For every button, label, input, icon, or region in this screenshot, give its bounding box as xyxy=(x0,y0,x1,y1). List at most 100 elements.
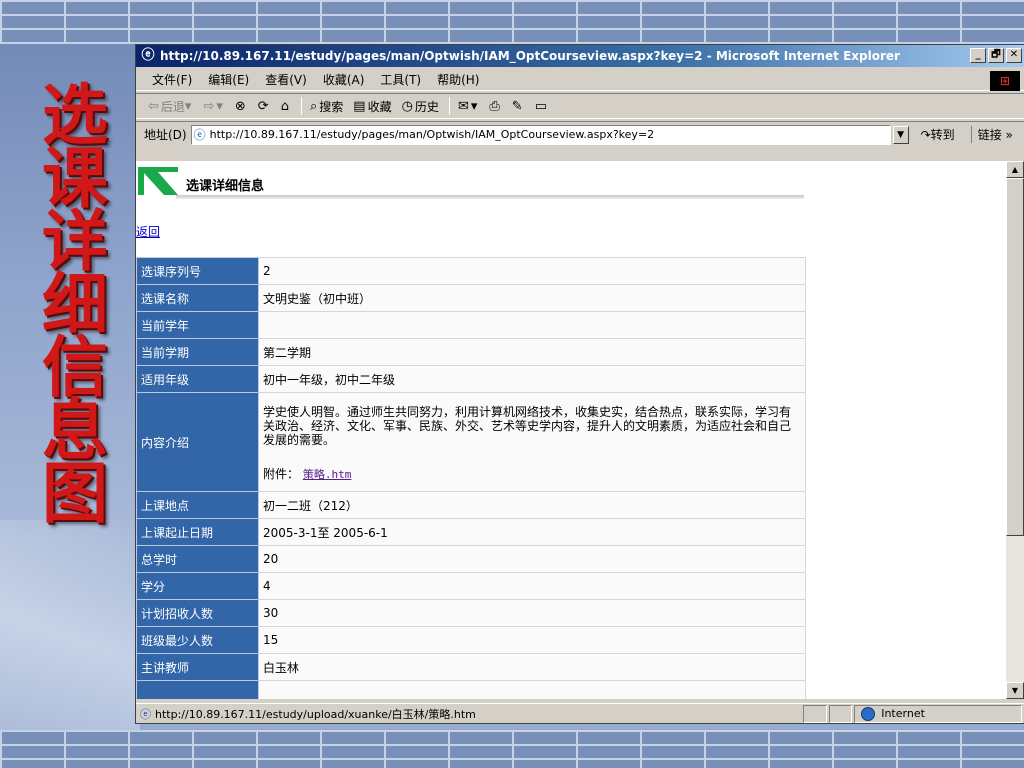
favorites-icon: ▤ xyxy=(353,98,366,114)
menu-file[interactable]: 文件(F) xyxy=(152,71,192,88)
mail-button[interactable]: ✉ ▾ xyxy=(458,99,479,114)
address-value: http://10.89.167.11/estudy/pages/man/Opt… xyxy=(209,128,655,141)
row-value: 白玉林 xyxy=(258,653,806,681)
table-row: 当前学年 xyxy=(136,311,806,339)
row-value: 30 xyxy=(258,599,806,627)
attachment-label: 附件： xyxy=(263,466,300,481)
table-row: 班级最少人数 15 xyxy=(136,626,806,654)
row-label: 选课名称 xyxy=(136,284,259,312)
back-button[interactable]: ⇦ 后退 ▾ xyxy=(148,98,193,115)
row-value: 2 xyxy=(258,257,806,285)
row-value xyxy=(258,680,806,699)
globe-icon xyxy=(861,706,876,721)
menu-edit[interactable]: 编辑(E) xyxy=(208,71,249,88)
row-value: 15 xyxy=(258,626,806,654)
table-row: 上课地点 初一二班（212） xyxy=(136,491,806,519)
row-label: 内容介绍 xyxy=(136,392,259,492)
search-icon: ⌕ xyxy=(309,98,318,114)
row-value: 文明史鉴（初中班） xyxy=(258,284,806,312)
menu-favorites[interactable]: 收藏(A) xyxy=(323,71,365,88)
print-button[interactable]: ⎙ xyxy=(489,99,501,114)
row-value: 4 xyxy=(258,572,806,600)
stop-button[interactable]: ⊗ xyxy=(235,99,248,114)
discuss-icon: ▭ xyxy=(534,98,547,114)
page-icon: ⓔ xyxy=(140,707,151,721)
row-value: 2005-3-1至 2005-6-1 xyxy=(258,518,806,546)
brick-band-top xyxy=(0,0,1024,44)
refresh-button[interactable]: ⟳ xyxy=(258,99,271,114)
ie-window: ⓔ http://10.89.167.11/estudy/pages/man/O… xyxy=(135,44,1024,724)
table-row: 学分 4 xyxy=(136,572,806,600)
status-text: http://10.89.167.11/estudy/upload/xuanke… xyxy=(155,707,476,721)
row-label: 当前学期 xyxy=(136,338,259,366)
status-zone: Internet xyxy=(854,704,1022,723)
scroll-thumb[interactable] xyxy=(1006,178,1024,536)
home-button[interactable]: ⌂ xyxy=(281,99,291,114)
favorites-button[interactable]: ▤ 收藏 xyxy=(353,98,391,115)
history-label: 历史 xyxy=(414,99,439,114)
row-value: 初一二班（212） xyxy=(258,491,806,519)
window-titlebar[interactable]: ⓔ http://10.89.167.11/estudy/pages/man/O… xyxy=(136,45,1024,67)
title-char: 息 xyxy=(42,391,108,469)
row-label: 班级最少人数 xyxy=(136,626,259,654)
discuss-button[interactable]: ▭ xyxy=(535,99,549,114)
windows-logo-icon: ⊞ xyxy=(990,71,1020,91)
links-button[interactable]: 链接 » xyxy=(970,126,1013,143)
go-arrow-icon: ↷ xyxy=(920,128,931,142)
table-row: 适用年级 初中一年级，初中二年级 xyxy=(136,365,806,393)
standard-toolbar: ⇦ 后退 ▾ ⇨ ▾ ⊗ ⟳ ⌂ ⌕ 搜索 ▤ 收藏 ◷ 历史 ✉ ▾ ⎙ ✎ ▭ xyxy=(136,93,1024,119)
table-row: 上课起止日期 2005-3-1至 2005-6-1 xyxy=(136,518,806,546)
row-label: 主讲教师 xyxy=(136,653,259,681)
status-progress-cell xyxy=(802,704,827,723)
close-button[interactable]: ✕ xyxy=(1006,48,1022,63)
table-row-intro: 内容介绍 学史使人明智。通过师生共同努力，利用计算机网络技术，收集史实，结合热点… xyxy=(136,392,806,492)
home-icon: ⌂ xyxy=(280,98,289,114)
row-value: 20 xyxy=(258,545,806,573)
print-icon: ⎙ xyxy=(489,98,500,114)
favorites-label: 收藏 xyxy=(367,99,392,114)
edit-button[interactable]: ✎ xyxy=(512,99,525,114)
page-title: 选课详细信息 xyxy=(186,179,265,194)
forward-button[interactable]: ⇨ ▾ xyxy=(203,99,224,114)
toolbar-separator xyxy=(448,97,450,115)
row-label: 适用年级 xyxy=(136,365,259,393)
history-button[interactable]: ◷ 历史 xyxy=(402,98,439,115)
menu-view[interactable]: 查看(V) xyxy=(265,71,307,88)
menu-help[interactable]: 帮助(H) xyxy=(437,71,479,88)
great-wall-decoration xyxy=(0,520,140,730)
attachment-link[interactable]: 策略.htm xyxy=(303,468,352,481)
title-char: 选 xyxy=(42,76,108,154)
scroll-up-button[interactable]: ▲ xyxy=(1006,161,1024,178)
heading-underline xyxy=(176,195,804,199)
minimize-button[interactable]: _ xyxy=(970,48,986,63)
slide-vertical-title: 选 课 详 细 信 息 图 xyxy=(30,76,120,532)
address-dropdown-button[interactable]: ▼ xyxy=(892,125,909,144)
search-button[interactable]: ⌕ 搜索 xyxy=(310,98,343,115)
scroll-down-button[interactable]: ▼ xyxy=(1006,682,1024,699)
table-row xyxy=(136,680,806,699)
row-value xyxy=(258,311,806,339)
back-link[interactable]: 返回 xyxy=(136,223,160,240)
table-row: 总学时 20 xyxy=(136,545,806,573)
history-icon: ◷ xyxy=(401,98,413,114)
chevron-down-icon: ▾ xyxy=(470,98,478,114)
vertical-scrollbar[interactable]: ▲ ▼ xyxy=(1006,161,1024,699)
course-detail-table: 选课序列号 2 选课名称 文明史鉴（初中班） 当前学年 当前学期 第二学期 适用年级初… xyxy=(136,257,806,699)
address-label: 地址(D) xyxy=(144,128,187,142)
menu-tools[interactable]: 工具(T) xyxy=(380,71,421,88)
title-char: 详 xyxy=(42,202,108,280)
row-label: 上课地点 xyxy=(136,491,259,519)
intro-text: 学史使人明智。通过师生共同努力，利用计算机网络技术，收集史实，结合热点，联系实际… xyxy=(263,404,792,447)
row-label: 计划招收人数 xyxy=(136,599,259,627)
attachment-line: 附件： 策略.htm xyxy=(263,465,801,482)
forward-arrow-icon: ⇨ xyxy=(203,98,215,114)
go-button[interactable]: ↷转到 xyxy=(921,126,955,143)
address-input[interactable]: ⓔ http://10.89.167.11/estudy/pages/man/O… xyxy=(190,124,891,145)
title-char: 图 xyxy=(42,454,108,532)
menu-bar: 文件(F) 编辑(E) 查看(V) 收藏(A) 工具(T) 帮助(H) ⊞ xyxy=(136,69,1024,91)
row-label: 当前学年 xyxy=(136,311,259,339)
page-icon: ⓔ xyxy=(193,128,206,142)
table-row: 主讲教师 白玉林 xyxy=(136,653,806,681)
maximize-button[interactable]: 🗗 xyxy=(988,48,1004,63)
green-arrow-icon xyxy=(138,167,178,195)
